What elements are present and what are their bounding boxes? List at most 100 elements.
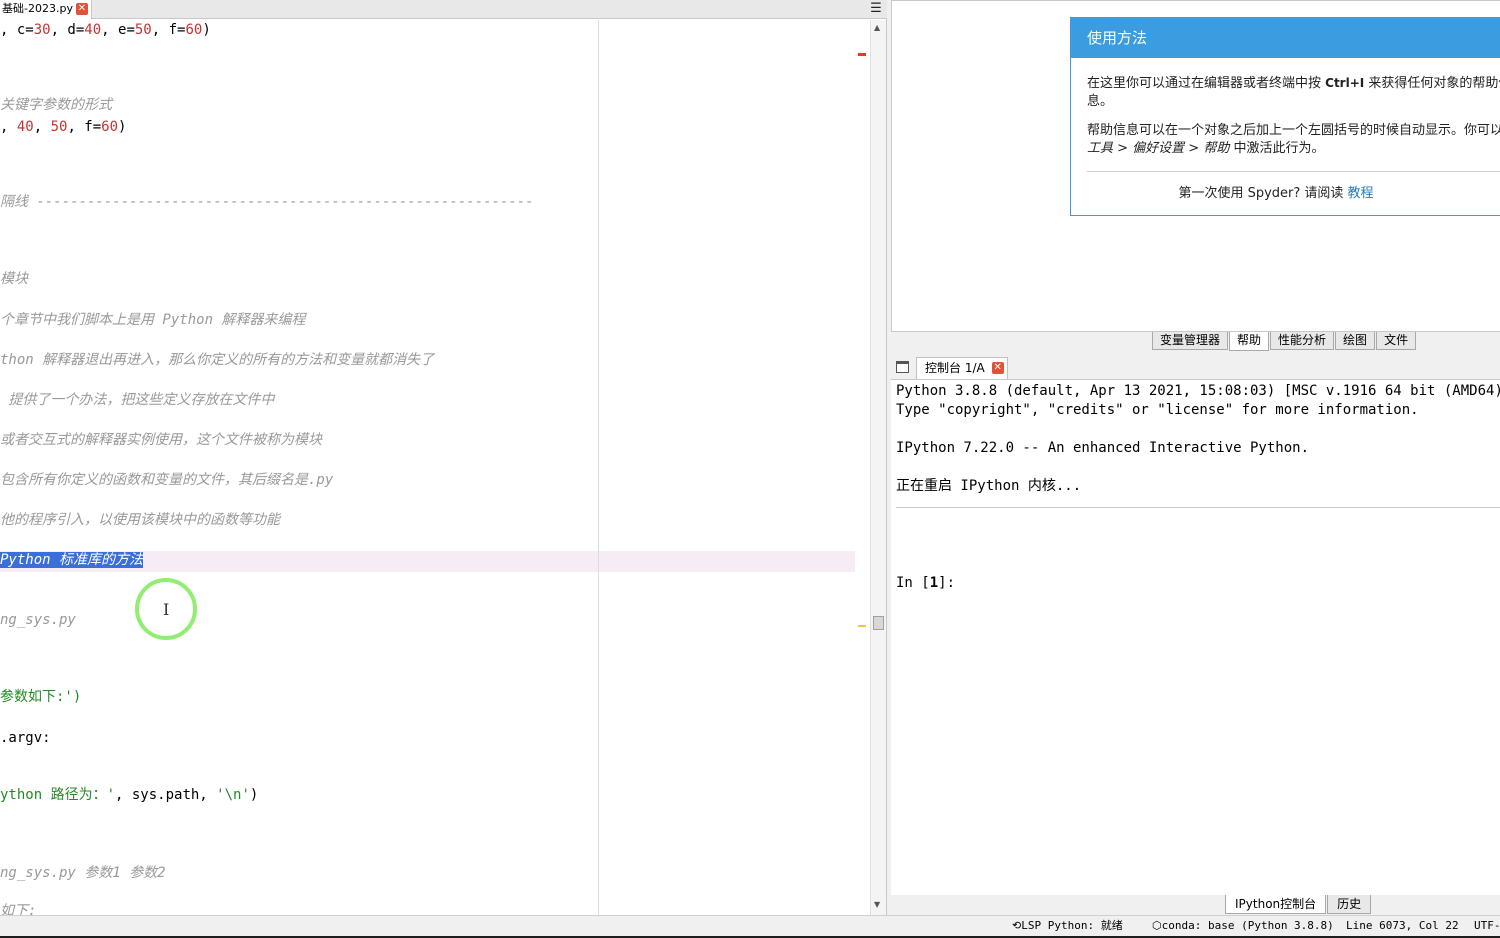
- code-token: ,: [0, 119, 17, 135]
- code-token: 包含所有你定义的函数和变量的文件，其后缀名是.py: [0, 472, 334, 488]
- tab-history[interactable]: 历史: [1327, 895, 1372, 914]
- editor-tab-label: 基础-2023.py: [2, 2, 73, 15]
- code-token: 如下:: [0, 903, 37, 915]
- hamburger-menu-icon[interactable]: ☰: [869, 2, 883, 16]
- code-token: ython 路径为：': [0, 787, 116, 803]
- encoding-status: UTF-8: [1474, 919, 1500, 932]
- code-line: thon 解释器退出再进入，那么你定义的所有的方法和变量就都消失了: [0, 350, 434, 370]
- editor-scrollbar[interactable]: ▲ ▼: [870, 20, 886, 915]
- code-line: , 40, 50, f=60): [0, 117, 126, 137]
- code-token: 提供了一个办法，把这些定义存放在文件中: [0, 392, 275, 408]
- code-token: 60: [185, 22, 203, 38]
- code-line: .argv:: [0, 728, 51, 748]
- code-token: 他的程序引入，以使用该模块中的函数等功能: [0, 512, 280, 528]
- code-token: 参数如下:'): [0, 689, 82, 705]
- help-pane-tabs: 变量管理器 帮助 性能分析 绘图 文件: [1152, 332, 1417, 351]
- code-line: ng_sys.py: [0, 610, 76, 630]
- code-token: ng_sys.py: [0, 612, 76, 628]
- lsp-status: ⟲LSP Python: 就绪: [1012, 919, 1123, 932]
- tab-profiler[interactable]: 性能分析: [1270, 332, 1335, 350]
- close-icon[interactable]: ✕: [75, 3, 88, 15]
- tab-plots[interactable]: 绘图: [1335, 332, 1376, 350]
- code-token: , d=: [50, 22, 85, 38]
- code-token: ): [202, 22, 211, 38]
- ibeam-cursor-icon: I: [163, 600, 170, 619]
- code-token: , f=: [151, 22, 186, 38]
- code-line: 关键字参数的形式: [0, 95, 112, 115]
- code-line: 隔线 -------------------------------------…: [0, 192, 534, 212]
- tab-help[interactable]: 帮助: [1229, 332, 1270, 351]
- help-paragraph-1: 在这里你可以通过在编辑器或者终端中按 Ctrl+I 来获得任何对象的帮助信息。: [1087, 76, 1500, 109]
- editor-pane: 基础-2023.py ✕ ☰ , c=30, d=40, e=50, f=60)…: [0, 0, 887, 915]
- code-token: 40: [84, 22, 102, 38]
- console-line: 正在重启 IPython 内核...: [896, 478, 1082, 494]
- help-card: 使用方法 在这里你可以通过在编辑器或者终端中按 Ctrl+I 来获得任何对象的帮…: [1070, 17, 1500, 216]
- conda-status: ⬡conda: base (Python 3.8.8): [1152, 919, 1334, 932]
- edge-line: [598, 20, 599, 915]
- scroll-up-icon[interactable]: ▲: [874, 23, 880, 32]
- code-line: 他的程序引入，以使用该模块中的函数等功能: [0, 510, 280, 530]
- status-bar: ⟲LSP Python: 就绪 ⬡conda: base (Python 3.8…: [0, 915, 1500, 938]
- code-token: , c=: [0, 22, 34, 38]
- tab-ipython-console[interactable]: IPython控制台: [1225, 895, 1327, 914]
- tutorial-link[interactable]: 教程: [1348, 186, 1374, 201]
- console-tabbar: 控制台 1/A ✕: [891, 357, 1500, 379]
- code-token: 关键字参数的形式: [0, 97, 112, 113]
- code-line: 提供了一个办法，把这些定义存放在文件中: [0, 390, 274, 410]
- code-token: ): [249, 787, 259, 803]
- code-token: Python 标准库的方法: [0, 552, 144, 568]
- console-tab-label: 控制台 1/A: [925, 361, 985, 375]
- console-pane-tabs: IPython控制台 历史: [1225, 895, 1372, 914]
- editor-tab[interactable]: 基础-2023.py ✕: [0, 0, 92, 19]
- code-token: ,: [33, 119, 51, 135]
- code-token: , sys.path,: [115, 787, 217, 803]
- code-line: , c=30, d=40, e=50, f=60): [0, 20, 211, 40]
- code-line: 如下:: [0, 901, 36, 915]
- code-token: 50: [134, 22, 152, 38]
- code-token: , f=: [67, 119, 102, 135]
- code-line: 包含所有你定义的函数和变量的文件，其后缀名是.py: [0, 470, 333, 490]
- console-tab[interactable]: 控制台 1/A ✕: [916, 357, 1008, 379]
- code-token: 模块: [0, 271, 28, 287]
- browse-tabs-icon[interactable]: [896, 361, 909, 373]
- tab-variable-explorer[interactable]: 变量管理器: [1152, 332, 1229, 350]
- help-footer: 第一次使用 Spyder? 请阅读 教程: [1178, 186, 1374, 201]
- code-token: , e=: [101, 22, 135, 38]
- console-separator: [896, 507, 1500, 508]
- code-token: thon 解释器退出再进入，那么你定义的所有的方法和变量就都消失了: [0, 352, 435, 368]
- warning-marker: [858, 625, 866, 627]
- error-marker: [858, 53, 866, 56]
- code-token: .argv:: [0, 730, 51, 746]
- code-line: ython 路径为：', sys.path, '\n'): [0, 785, 258, 805]
- code-token: 30: [33, 22, 51, 38]
- code-token: 或者交互式的解释器实例使用，这个文件被称为模块: [0, 432, 322, 448]
- code-line: 或者交互式的解释器实例使用，这个文件被称为模块: [0, 430, 322, 450]
- code-token: 60: [101, 119, 119, 135]
- code-token: '\n': [216, 787, 250, 803]
- code-area[interactable]: , c=30, d=40, e=50, f=60) 关键字参数的形式, 40, 5…: [0, 20, 855, 915]
- close-icon[interactable]: ✕: [991, 362, 1004, 374]
- help-card-title: 使用方法: [1071, 18, 1500, 58]
- code-line: 个章节中我们脚本上是用 Python 解释器来编程: [0, 310, 305, 330]
- console-prompt: In [1]:: [896, 575, 956, 591]
- code-token: 隔线 -------------------------------------…: [0, 194, 534, 210]
- editor-tabbar: 基础-2023.py ✕ ☰: [0, 0, 887, 19]
- console-output[interactable]: Python 3.8.8 (default, Apr 13 2021, 15:0…: [891, 379, 1500, 895]
- console-line: Python 3.8.8 (default, Apr 13 2021, 15:0…: [896, 383, 1500, 399]
- help-divider: [1087, 171, 1500, 172]
- code-token: ): [118, 119, 127, 135]
- console-line: IPython 7.22.0 -- An enhanced Interactiv…: [896, 440, 1310, 456]
- code-line: Python 标准库的方法: [0, 550, 144, 570]
- code-token: ng_sys.py 参数1 参数2: [0, 865, 166, 881]
- tab-files[interactable]: 文件: [1376, 332, 1417, 350]
- help-pane: 使用方法 在这里你可以通过在编辑器或者终端中按 Ctrl+I 来获得任何对象的帮…: [891, 0, 1500, 332]
- help-paragraph-2: 帮助信息可以在一个对象之后加上一个左圆括号的时候自动显示。你可以在 工具 > 偏…: [1087, 123, 1500, 156]
- cursor-position: Line 6073, Col 22: [1346, 919, 1459, 932]
- code-line: ng_sys.py 参数1 参数2: [0, 863, 166, 883]
- code-token: 50: [50, 119, 68, 135]
- code-line: 参数如下:'): [0, 687, 81, 707]
- scroll-down-icon[interactable]: ▼: [874, 900, 880, 909]
- code-line: 模块: [0, 269, 28, 289]
- console-line: Type "copyright", "credits" or "license"…: [896, 402, 1419, 418]
- scroll-thumb[interactable]: [873, 616, 884, 630]
